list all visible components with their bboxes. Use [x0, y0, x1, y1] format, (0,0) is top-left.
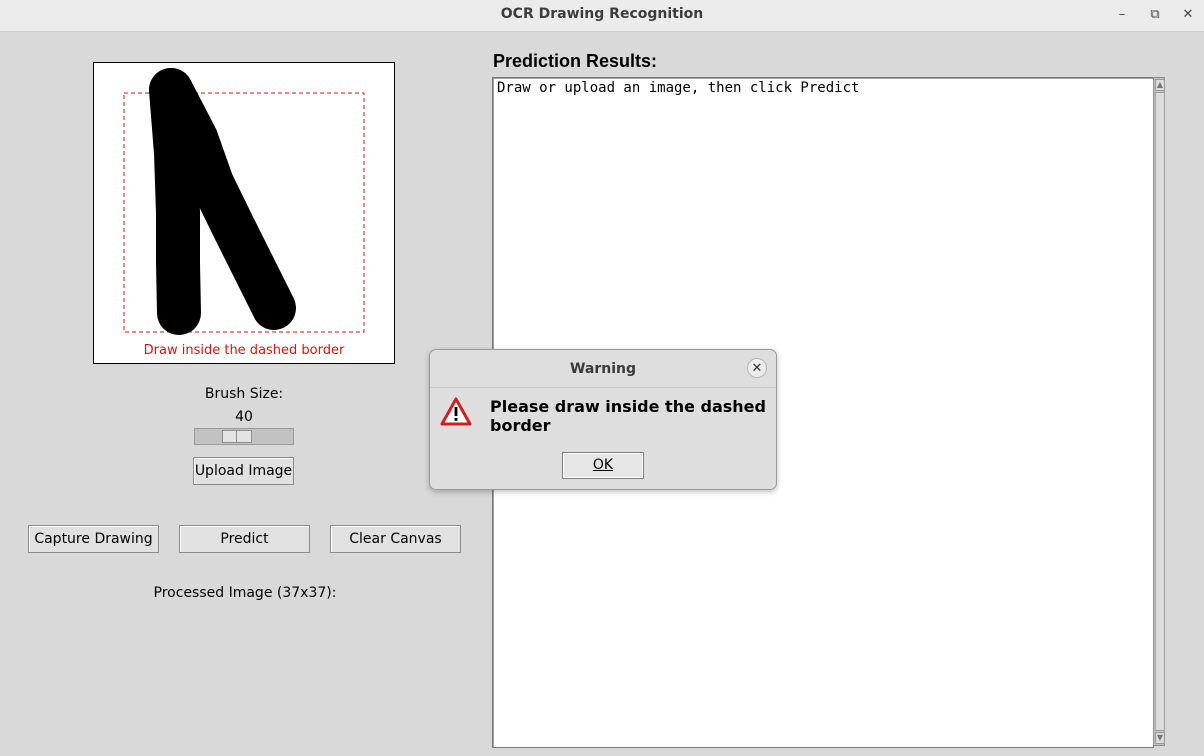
- dialog-separator: [430, 387, 776, 388]
- title-bar: OCR Drawing Recognition – ⧉ ✕: [0, 0, 1204, 32]
- scroll-down-arrow-icon[interactable]: ▼: [1155, 732, 1165, 744]
- close-button[interactable]: ✕: [1177, 5, 1199, 25]
- predict-button[interactable]: Predict: [179, 525, 310, 553]
- prediction-results-title: Prediction Results:: [493, 51, 658, 71]
- clear-canvas-button[interactable]: Clear Canvas: [330, 525, 461, 553]
- brush-size-slider[interactable]: [194, 428, 294, 445]
- window-title: OCR Drawing Recognition: [500, 6, 704, 22]
- results-scrollbar[interactable]: ▲ ▼: [1153, 77, 1165, 746]
- slider-thumb[interactable]: [222, 430, 252, 443]
- processed-image-label: Processed Image (37x37):: [153, 585, 337, 601]
- maximize-button[interactable]: ⧉: [1144, 5, 1166, 25]
- dialog-title: Warning: [569, 361, 637, 377]
- drawing-strokes: [123, 68, 365, 335]
- ok-label: OK: [592, 457, 614, 473]
- brush-size-label: Brush Size:: [204, 386, 284, 402]
- drawing-canvas[interactable]: Draw inside the dashed border: [93, 62, 395, 364]
- dialog-ok-button[interactable]: OK: [562, 452, 644, 479]
- capture-drawing-button[interactable]: Capture Drawing: [28, 525, 159, 553]
- minimize-button[interactable]: –: [1111, 5, 1133, 25]
- warning-triangle-icon: [440, 397, 472, 426]
- dialog-close-button[interactable]: ✕: [747, 358, 767, 378]
- brush-size-value: 40: [235, 409, 253, 425]
- results-text: Draw or upload an image, then click Pred…: [497, 80, 860, 96]
- scroll-track[interactable]: [1155, 92, 1165, 731]
- canvas-hint: Draw inside the dashed border: [143, 343, 345, 358]
- warning-dialog: Warning ✕ Please draw inside the dashed …: [429, 349, 777, 490]
- scroll-up-arrow-icon[interactable]: ▲: [1155, 79, 1165, 91]
- upload-image-button[interactable]: Upload Image: [193, 457, 294, 485]
- dialog-message: Please draw inside the dashed border: [490, 397, 766, 435]
